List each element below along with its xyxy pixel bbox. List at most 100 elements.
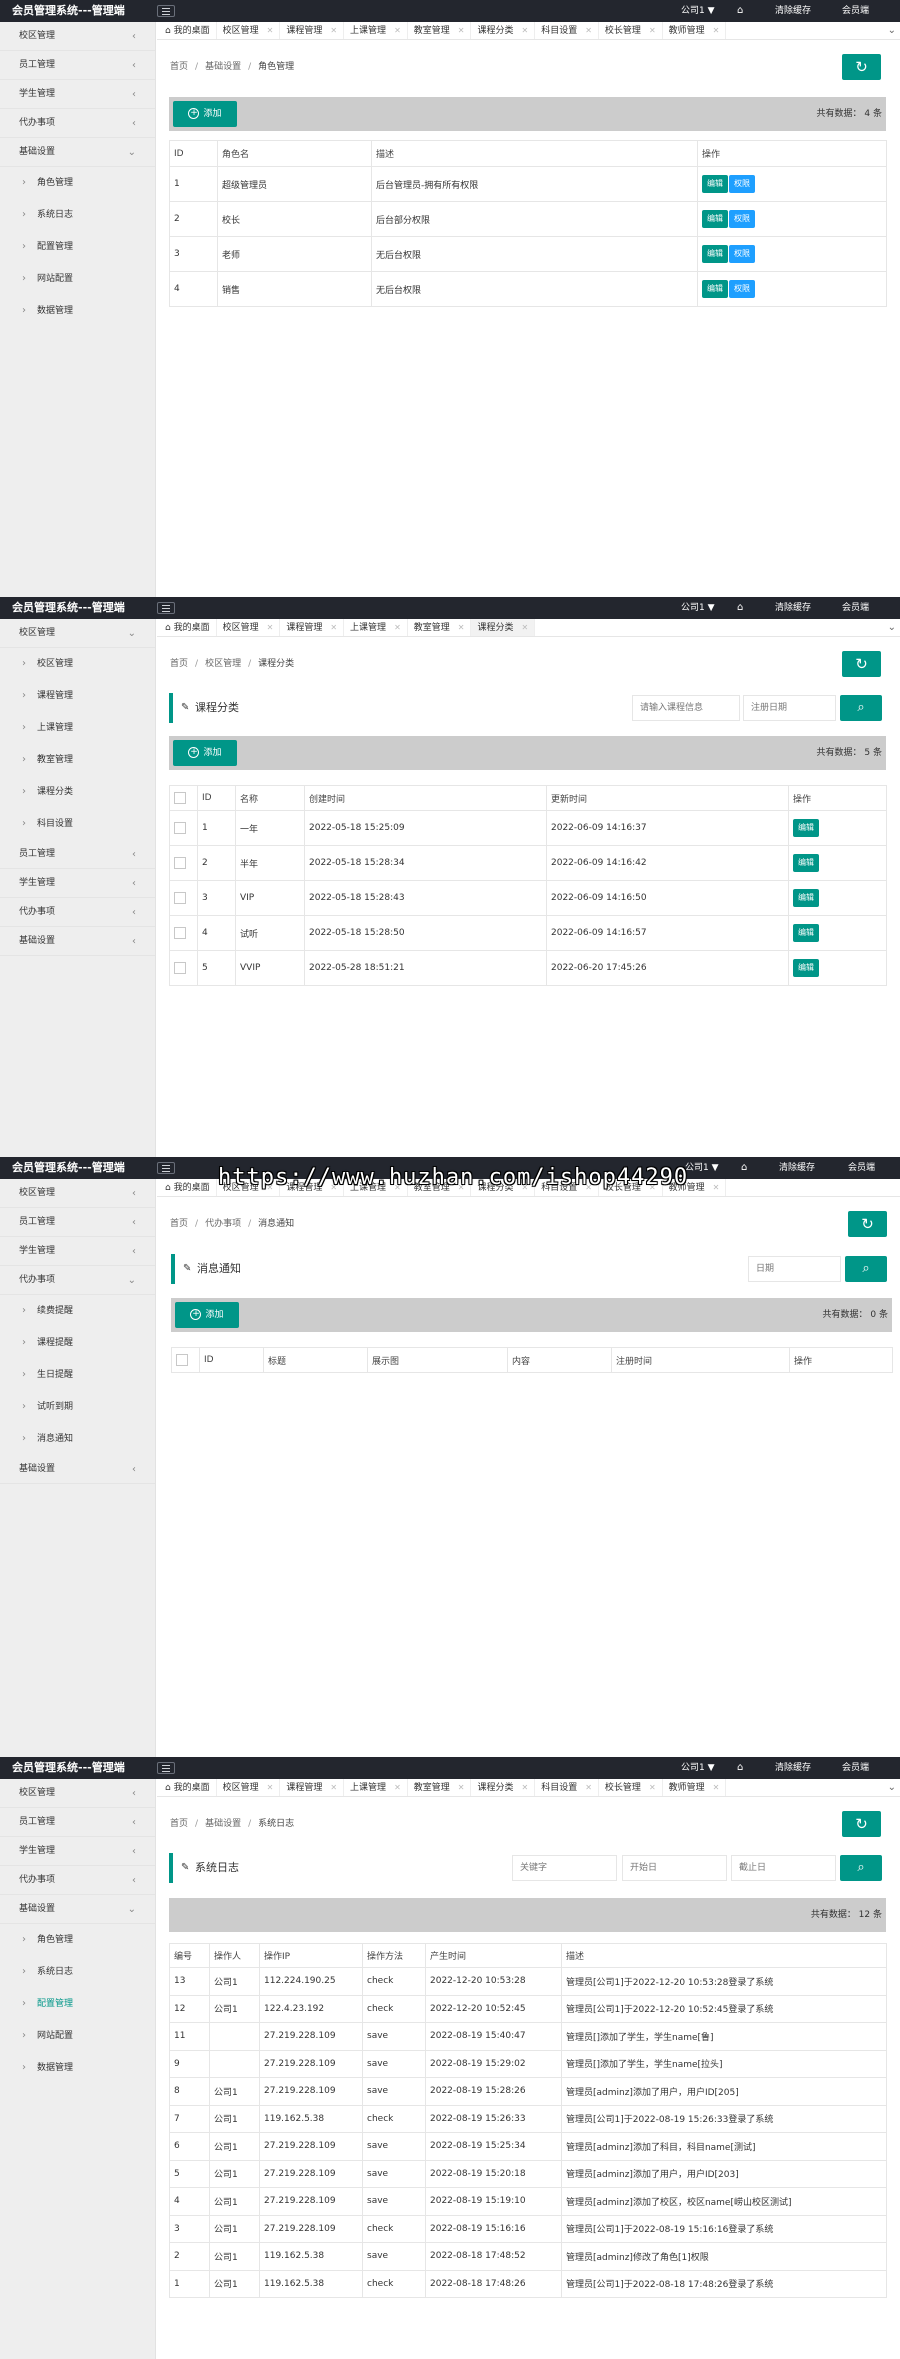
tab-campus[interactable]: 校区管理 ✕ (217, 619, 281, 636)
search-button[interactable]: ⌕ (845, 1256, 887, 1282)
sidebar-item-campus[interactable]: 校区管理 ‹ (0, 1179, 155, 1208)
tab-course-cat[interactable]: 课程分类 ✕ (471, 22, 536, 39)
close-icon[interactable]: ✕ (267, 623, 274, 632)
close-icon[interactable]: ✕ (713, 26, 720, 35)
menu-toggle-icon[interactable] (157, 5, 175, 17)
menu-toggle-icon[interactable] (157, 1162, 175, 1174)
tab-room[interactable]: 教室管理 ✕ (408, 1779, 472, 1796)
row-checkbox[interactable] (174, 857, 186, 869)
add-button[interactable]: + 添加 (173, 740, 237, 766)
close-icon[interactable]: ✕ (522, 26, 529, 35)
company-dropdown[interactable]: 公司1 ▼ (681, 1757, 715, 1779)
sidebar-item-basic[interactable]: 基础设置 ⌄ (0, 1895, 155, 1924)
close-icon[interactable]: ✕ (394, 26, 401, 35)
sidebar-sub-role[interactable]: › 角色管理 (0, 167, 155, 199)
breadcrumb-home[interactable]: 首页 (170, 659, 188, 669)
tab-class[interactable]: 上课管理 ✕ (344, 1779, 408, 1796)
tab-class[interactable]: 上课管理 ✕ (344, 619, 408, 636)
menu-toggle-icon[interactable] (157, 602, 175, 614)
clear-cache-button[interactable]: 清除缓存 (775, 0, 811, 22)
sidebar-item-campus[interactable]: 校区管理 ⌄ (0, 619, 155, 648)
tab-course-cat[interactable]: 课程分类 ✕ (471, 1779, 536, 1796)
chevron-down-icon[interactable]: ⌄ (888, 22, 896, 39)
edit-button[interactable]: 编辑 (702, 210, 728, 228)
sidebar-item-staff[interactable]: 员工管理 ‹ (0, 51, 155, 80)
close-icon[interactable]: ✕ (267, 1783, 274, 1792)
member-end-link[interactable]: 会员端 (842, 597, 869, 619)
close-icon[interactable]: ✕ (394, 1783, 401, 1792)
keyword-input[interactable]: 关键字 (512, 1855, 617, 1881)
sidebar-item-basic[interactable]: 基础设置 ‹ (0, 1455, 155, 1484)
tab-course[interactable]: 课程管理 ✕ (280, 22, 345, 39)
home-icon[interactable]: ⌂ (741, 1157, 747, 1179)
sidebar-item-campus[interactable]: 校区管理 ‹ (0, 1779, 155, 1808)
tab-home[interactable]: ⌂ 我的桌面 (157, 1179, 217, 1196)
search-button[interactable]: ⌕ (840, 1855, 882, 1881)
close-icon[interactable]: ✕ (458, 26, 465, 35)
breadcrumb-basic[interactable]: 基础设置 (205, 62, 241, 72)
close-icon[interactable]: ✕ (585, 1783, 592, 1792)
refresh-button[interactable]: ↻ (842, 651, 881, 677)
sidebar-sub-syslog[interactable]: › 系统日志 (0, 199, 155, 231)
sidebar-item-student[interactable]: 学生管理 ‹ (0, 869, 155, 898)
sidebar-sub-data[interactable]: › 数据管理 (0, 2052, 155, 2084)
row-checkbox[interactable] (174, 822, 186, 834)
sidebar-item-campus[interactable]: 校区管理 ‹ (0, 22, 155, 51)
sidebar-item-staff[interactable]: 员工管理 ‹ (0, 1208, 155, 1237)
sidebar-sub-fee[interactable]: › 续费提醒 (0, 1295, 155, 1327)
add-button[interactable]: + 添加 (175, 1302, 239, 1328)
close-icon[interactable]: ✕ (522, 1783, 529, 1792)
close-icon[interactable]: ✕ (649, 1783, 656, 1792)
tab-class[interactable]: 上课管理 ✕ (344, 22, 408, 39)
tab-room[interactable]: 教室管理 ✕ (408, 619, 472, 636)
start-date-input[interactable]: 开始日 (622, 1855, 727, 1881)
sidebar-sub-config[interactable]: › 配置管理 (0, 1988, 155, 2020)
sidebar-item-staff[interactable]: 员工管理 ‹ (0, 840, 155, 869)
course-search-input[interactable]: 请输入课程信息 (632, 695, 740, 721)
close-icon[interactable]: ✕ (458, 623, 465, 632)
close-icon[interactable]: ✕ (522, 623, 529, 632)
sidebar-sub-course-cat[interactable]: › 课程分类 (0, 776, 155, 808)
permission-button[interactable]: 权限 (729, 280, 755, 298)
tab-principal[interactable]: 校长管理 ✕ (599, 22, 663, 39)
close-icon[interactable]: ✕ (713, 1183, 720, 1192)
tab-course[interactable]: 课程管理 ✕ (280, 619, 345, 636)
tab-course[interactable]: 课程管理 ✕ (280, 1779, 345, 1796)
breadcrumb-agenda[interactable]: 代办事项 (205, 1219, 241, 1229)
sidebar-item-agenda[interactable]: 代办事项 ⌄ (0, 1266, 155, 1295)
close-icon[interactable]: ✕ (330, 1783, 337, 1792)
breadcrumb-home[interactable]: 首页 (170, 1819, 188, 1829)
row-checkbox[interactable] (174, 927, 186, 939)
close-icon[interactable]: ✕ (267, 26, 274, 35)
permission-button[interactable]: 权限 (729, 210, 755, 228)
company-dropdown[interactable]: 公司1 ▼ (681, 597, 715, 619)
register-date-input[interactable]: 注册日期 (743, 695, 836, 721)
member-end-link[interactable]: 会员端 (842, 1757, 869, 1779)
edit-button[interactable]: 编辑 (793, 889, 819, 907)
sidebar-item-agenda[interactable]: 代办事项 ‹ (0, 109, 155, 138)
clear-cache-button[interactable]: 清除缓存 (775, 1757, 811, 1779)
member-end-link[interactable]: 会员端 (848, 1157, 875, 1179)
breadcrumb-basic[interactable]: 基础设置 (205, 1819, 241, 1829)
add-button[interactable]: + 添加 (173, 101, 237, 127)
search-button[interactable]: ⌕ (840, 695, 882, 721)
tab-room[interactable]: 教室管理 ✕ (408, 22, 472, 39)
sidebar-sub-data[interactable]: › 数据管理 (0, 295, 155, 327)
edit-button[interactable]: 编辑 (793, 924, 819, 942)
sidebar-item-student[interactable]: 学生管理 ‹ (0, 80, 155, 109)
sidebar-sub-config[interactable]: › 配置管理 (0, 231, 155, 263)
sidebar-sub-subject[interactable]: › 科目设置 (0, 808, 155, 840)
sidebar-sub-course[interactable]: › 课程管理 (0, 680, 155, 712)
select-all-checkbox[interactable] (176, 1354, 188, 1366)
tab-home[interactable]: ⌂ 我的桌面 (157, 619, 217, 636)
sidebar-item-student[interactable]: 学生管理 ‹ (0, 1237, 155, 1266)
sidebar-sub-birthday[interactable]: › 生日提醒 (0, 1359, 155, 1391)
sidebar-sub-trial[interactable]: › 试听到期 (0, 1391, 155, 1423)
edit-button[interactable]: 编辑 (702, 245, 728, 263)
sidebar-item-agenda[interactable]: 代办事项 ‹ (0, 898, 155, 927)
chevron-down-icon[interactable]: ⌄ (888, 619, 896, 636)
sidebar-sub-course-remind[interactable]: › 课程提醒 (0, 1327, 155, 1359)
menu-toggle-icon[interactable] (157, 1762, 175, 1774)
date-input[interactable]: 日期 (748, 1256, 841, 1282)
close-icon[interactable]: ✕ (330, 26, 337, 35)
